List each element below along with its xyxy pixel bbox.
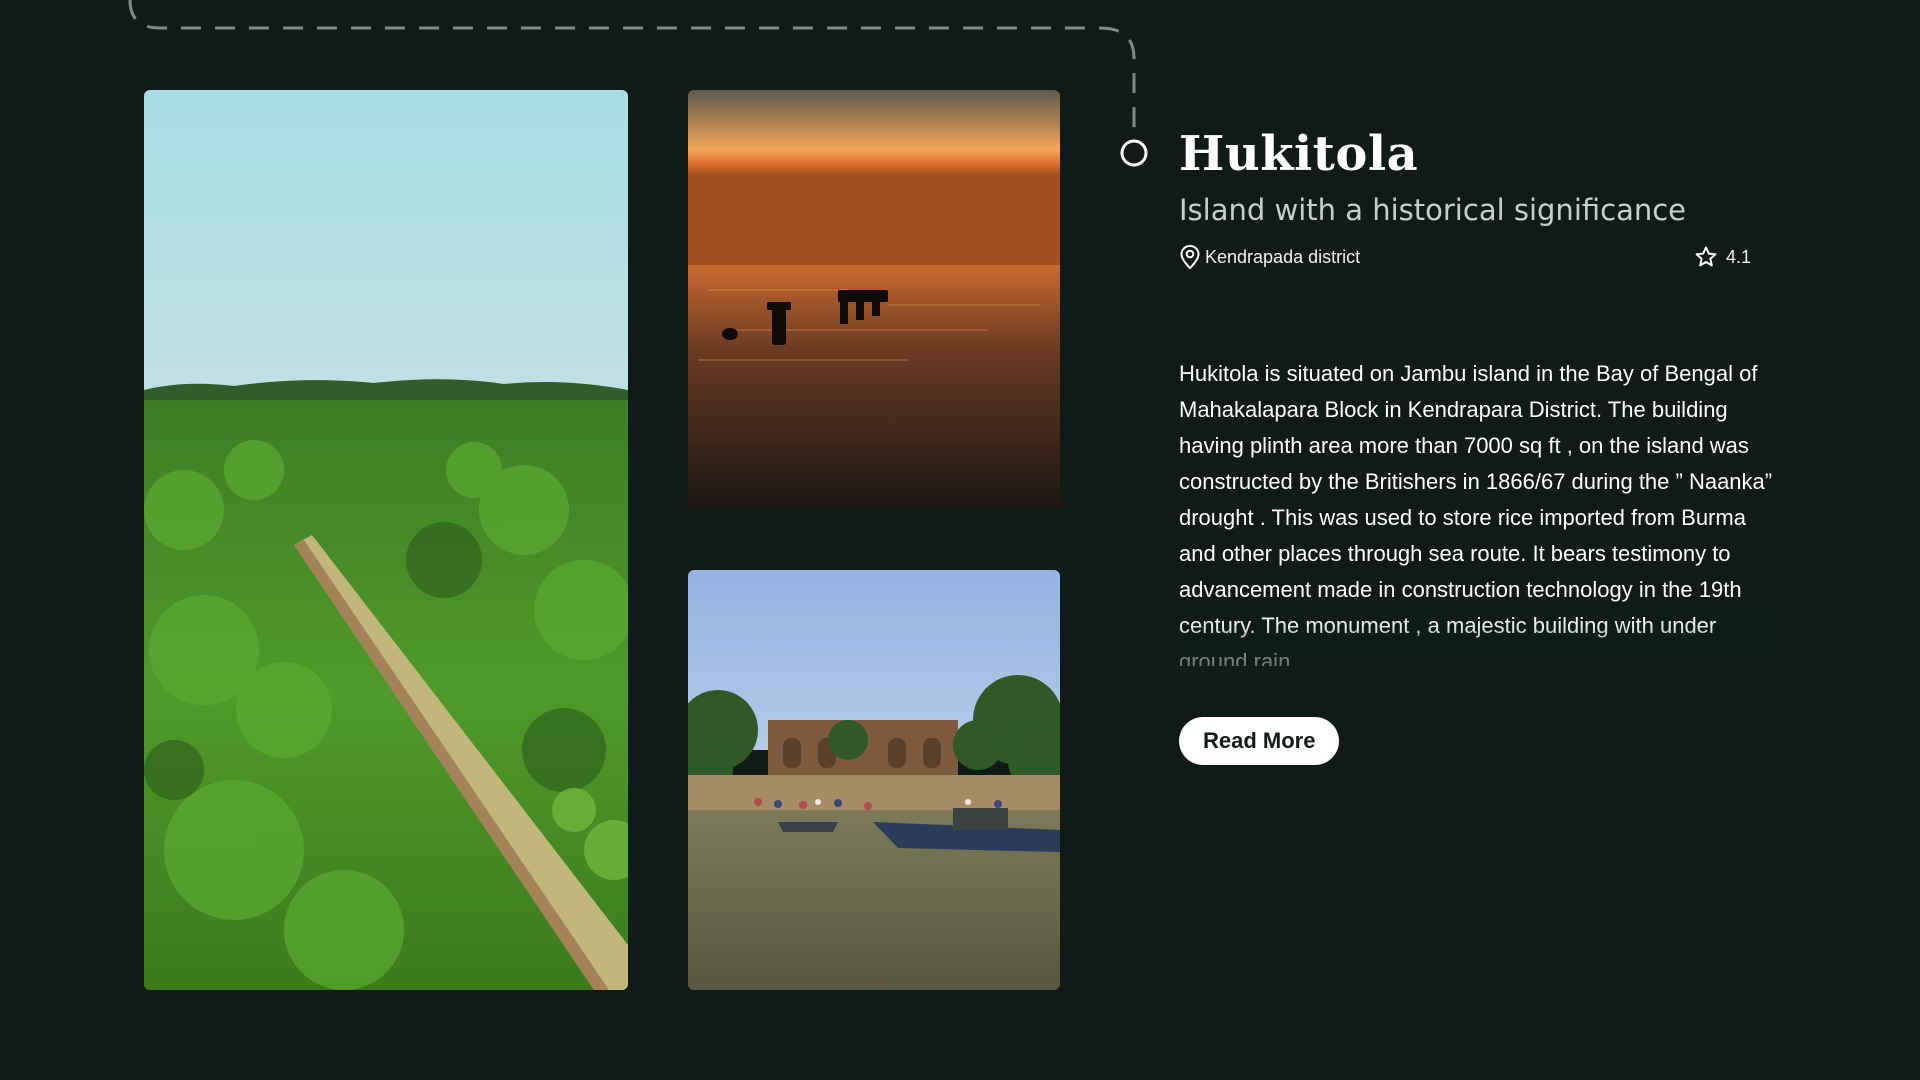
- location: Kendrapada district: [1179, 244, 1360, 270]
- place-subtitle: Island with a historical significance: [1179, 193, 1687, 227]
- rating-value: 4.1: [1725, 246, 1751, 267]
- forest-path-photo[interactable]: [144, 90, 628, 990]
- sunset-sea-photo[interactable]: [688, 90, 1060, 510]
- timeline-node-icon: [1120, 139, 1148, 167]
- place-description: Hukitola is situated on Jambu island in …: [1179, 356, 1779, 666]
- map-pin-icon: [1180, 244, 1200, 270]
- place-info-panel: Hukitola Island with a historical signif…: [1179, 124, 1789, 765]
- description-text: Hukitola is situated on Jambu island in …: [1179, 361, 1773, 666]
- star-icon: [1695, 246, 1717, 267]
- read-more-button[interactable]: Read More: [1179, 717, 1340, 765]
- location-label: Kendrapada district: [1205, 246, 1361, 267]
- ruins-boats-photo[interactable]: [688, 570, 1060, 990]
- rating: 4.1: [1694, 245, 1751, 269]
- place-meta-row: Kendrapada district 4.1: [1179, 244, 1751, 270]
- place-title: Hukitola: [1179, 126, 1419, 182]
